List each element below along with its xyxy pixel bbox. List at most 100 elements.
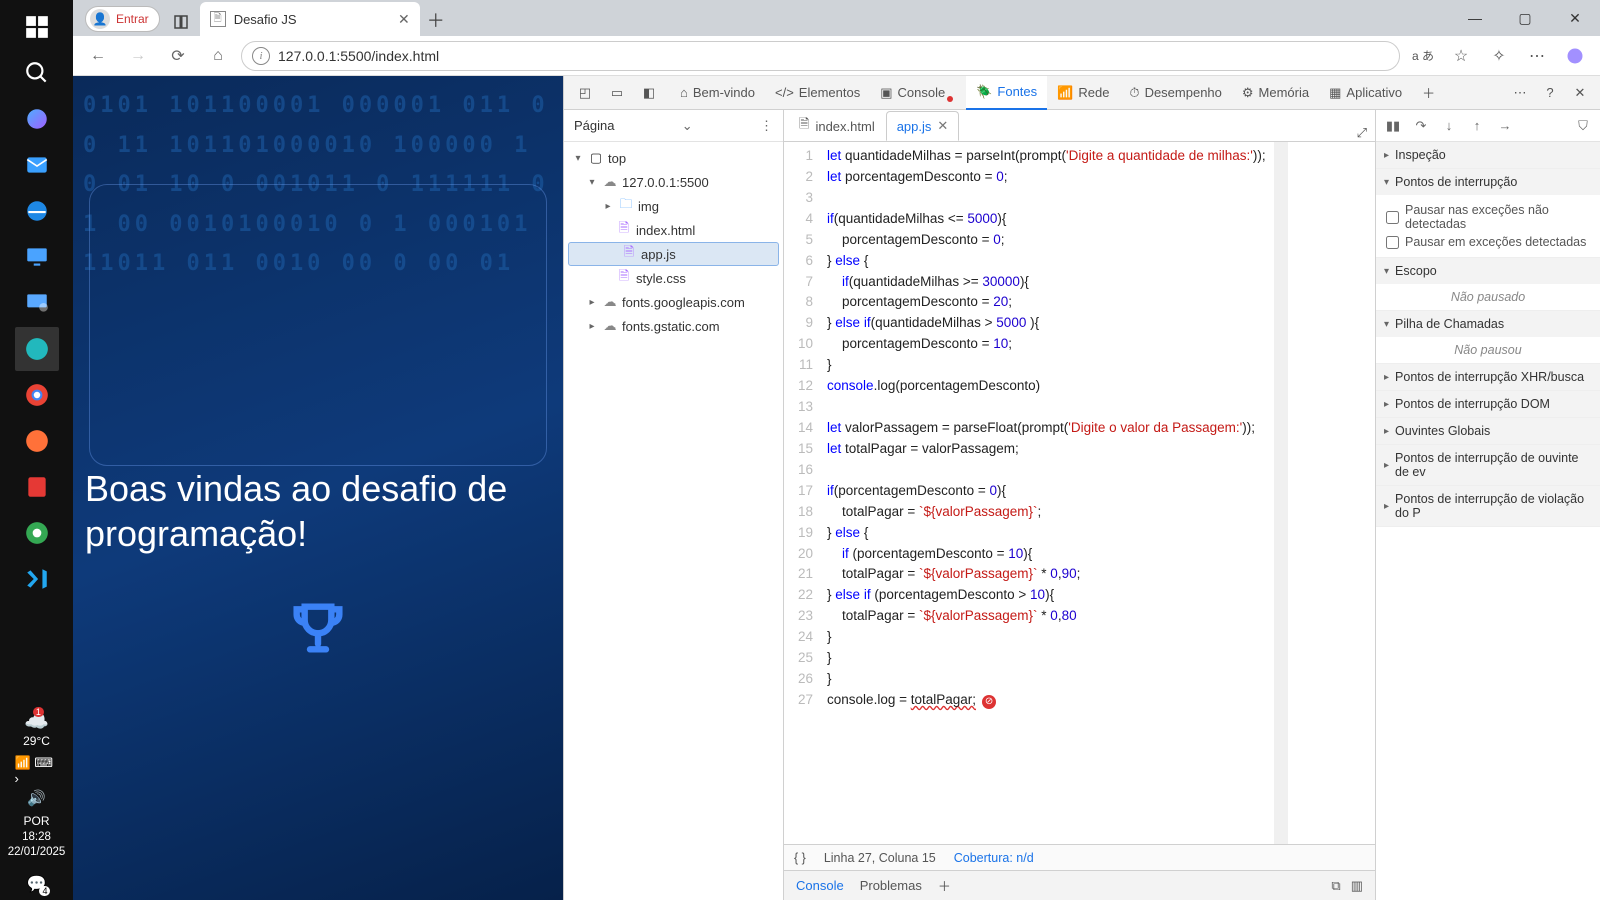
collections-icon[interactable]: ✧ — [1482, 39, 1516, 73]
tab-memory[interactable]: ⚙Memória — [1232, 76, 1319, 110]
tab-welcome[interactable]: ⌂Bem-vindo — [670, 76, 765, 110]
callstack-empty: Não pausou — [1376, 337, 1600, 363]
filetab-app[interactable]: app.js✕ — [886, 111, 960, 141]
navigator-more-icon[interactable]: ⋮ — [760, 118, 773, 134]
favicon: 🗎 — [210, 11, 226, 27]
time-label: 18:28 — [8, 830, 66, 845]
drawer-dock-icon[interactable]: ⧉ — [1331, 878, 1340, 894]
signin-button[interactable]: 👤 Entrar — [85, 6, 160, 32]
pause-button[interactable]: ▮▮ — [1382, 115, 1404, 137]
tab-console[interactable]: ▣Console — [870, 76, 966, 110]
dock-icon[interactable]: ◧ — [634, 85, 664, 101]
browser-tab[interactable]: 🗎 Desafio JS ✕ — [200, 2, 420, 36]
app-icon[interactable] — [15, 281, 59, 325]
start-button[interactable] — [15, 5, 59, 49]
address-bar: ← → ⟳ ⌂ i 127.0.0.1:5500/index.html a あ … — [73, 36, 1600, 76]
tray-icons[interactable]: 📶 ⌨ › — [15, 757, 59, 783]
search-icon[interactable] — [15, 51, 59, 95]
tab-application[interactable]: ▦Aplicativo — [1319, 76, 1412, 110]
weather-widget[interactable]: ☁️1 29°C — [23, 709, 50, 748]
tab-title: Desafio JS — [234, 12, 297, 27]
devtools-tabbar: ◰ ▭ ◧ ⌂Bem-vindo </>Elementos ▣Console 🪲… — [564, 76, 1600, 110]
language-label[interactable]: POR — [23, 814, 49, 828]
page-headline: Boas vindas ao desafio de programação! — [85, 466, 551, 556]
favorite-icon[interactable]: ☆ — [1444, 39, 1478, 73]
navigator-title: Página — [574, 118, 614, 133]
chevron-down-icon[interactable]: ⌄ — [682, 118, 693, 134]
code-area[interactable]: 1234567891011121314151617181920212223242… — [784, 142, 1375, 844]
tab-elements[interactable]: </>Elementos — [765, 76, 870, 110]
editor-statusbar: { } Linha 27, Coluna 15 Cobertura: n/d — [784, 844, 1375, 870]
windows-taskbar: ☁️1 29°C 📶 ⌨ › 🔊 POR 18:28 22/01/2025 💬4 — [0, 0, 73, 900]
copilot-browser-icon[interactable] — [1558, 39, 1592, 73]
close-window-button[interactable]: ✕ — [1550, 0, 1600, 36]
translate-icon[interactable]: a あ — [1406, 39, 1440, 73]
volume-icon[interactable]: 🔊 — [15, 785, 59, 811]
workspaces-button[interactable] — [166, 8, 196, 36]
signin-label: Entrar — [116, 12, 149, 26]
site-info-icon[interactable]: i — [252, 47, 270, 65]
scrollbar[interactable] — [1274, 142, 1288, 844]
copilot-icon[interactable] — [15, 97, 59, 141]
mail-icon[interactable] — [15, 143, 59, 187]
deactivate-bp-icon[interactable]: ⛉ — [1572, 115, 1594, 137]
url-text: 127.0.0.1:5500/index.html — [278, 48, 439, 64]
monitor-icon[interactable] — [15, 235, 59, 279]
page-viewport: 0101 101100001 000001 011 0 0 11 1011010… — [73, 76, 563, 900]
drawer-problems[interactable]: Problemas — [860, 878, 922, 893]
close-file-icon[interactable]: ✕ — [937, 118, 948, 134]
menu-icon[interactable]: ⋯ — [1520, 39, 1554, 73]
maximize-button[interactable]: ▢ — [1500, 0, 1550, 36]
devtools-help-icon[interactable]: ? — [1536, 79, 1564, 107]
tab-network[interactable]: 📶Rede — [1047, 76, 1119, 110]
drawer-expand-icon[interactable]: ▥ — [1351, 878, 1363, 894]
trophy-icon — [286, 596, 350, 665]
step-icon[interactable]: → — [1494, 115, 1516, 137]
vscode-icon[interactable] — [15, 557, 59, 601]
inspect-element-icon[interactable]: ◰ — [570, 85, 600, 101]
pause-caught-checkbox[interactable]: Pausar em exceções detectadas — [1386, 233, 1590, 251]
avatar-icon: 👤 — [90, 9, 110, 29]
ie-icon[interactable] — [15, 189, 59, 233]
braces-icon[interactable]: { } — [794, 851, 806, 865]
url-input[interactable]: i 127.0.0.1:5500/index.html — [241, 41, 1400, 71]
weather-badge: 1 — [33, 707, 44, 717]
firefox-icon[interactable] — [15, 419, 59, 463]
drawer-console[interactable]: Console — [796, 878, 844, 893]
pdf-icon[interactable] — [15, 465, 59, 509]
device-toolbar-icon[interactable]: ▭ — [602, 85, 632, 101]
chrome-dev-icon[interactable] — [15, 511, 59, 555]
back-button[interactable]: ← — [81, 39, 115, 73]
tab-performance[interactable]: ⏱Desempenho — [1119, 76, 1231, 110]
filetab-index[interactable]: 🗎index.html — [788, 111, 886, 141]
tree-item-appjs[interactable]: 🗎app.js — [568, 242, 779, 266]
error-icon: ⊘ — [982, 695, 996, 709]
file-tree[interactable]: ▾▢top ▾☁127.0.0.1:5500 ▸🗀img 🗎index.html… — [564, 142, 783, 342]
temperature-label: 29°C — [23, 734, 50, 748]
page-card — [89, 184, 547, 466]
new-tab-button[interactable]: ＋ — [420, 4, 452, 36]
browser-window: 👤 Entrar 🗎 Desafio JS ✕ ＋ ― ▢ ✕ ← → ⟳ ⌂ … — [73, 0, 1600, 900]
sources-navigator: Página ⌄ ⋮ ▾▢top ▾☁127.0.0.1:5500 ▸🗀img … — [564, 110, 784, 900]
minimize-button[interactable]: ― — [1450, 0, 1500, 36]
home-button[interactable]: ⌂ — [201, 39, 235, 73]
step-out-icon[interactable]: ↑ — [1466, 115, 1488, 137]
coverage-status[interactable]: Cobertura: n/d — [954, 851, 1034, 865]
expand-editor-icon[interactable]: ⤢ — [1349, 125, 1375, 141]
devtools-close-icon[interactable]: ✕ — [1566, 79, 1594, 107]
chrome-icon[interactable] — [15, 373, 59, 417]
drawer-add-icon[interactable]: ＋ — [938, 876, 951, 895]
close-tab-icon[interactable]: ✕ — [398, 11, 410, 28]
step-over-icon[interactable]: ↷ — [1410, 115, 1432, 137]
tab-sources[interactable]: 🪲Fontes — [966, 76, 1047, 110]
edge-icon[interactable] — [15, 327, 59, 371]
refresh-button[interactable]: ⟳ — [161, 39, 195, 73]
devtools-more-icon[interactable]: ⋯ — [1506, 79, 1534, 107]
tab-more[interactable]: ＋ — [1412, 76, 1445, 110]
notifications-icon[interactable]: 💬4 — [15, 869, 59, 899]
scope-empty: Não pausado — [1376, 284, 1600, 310]
pause-uncaught-checkbox[interactable]: Pausar nas exceções não detectadas — [1386, 201, 1590, 233]
clock[interactable]: 18:28 22/01/2025 — [8, 830, 66, 860]
cursor-position: Linha 27, Coluna 15 — [824, 851, 936, 865]
step-into-icon[interactable]: ↓ — [1438, 115, 1460, 137]
